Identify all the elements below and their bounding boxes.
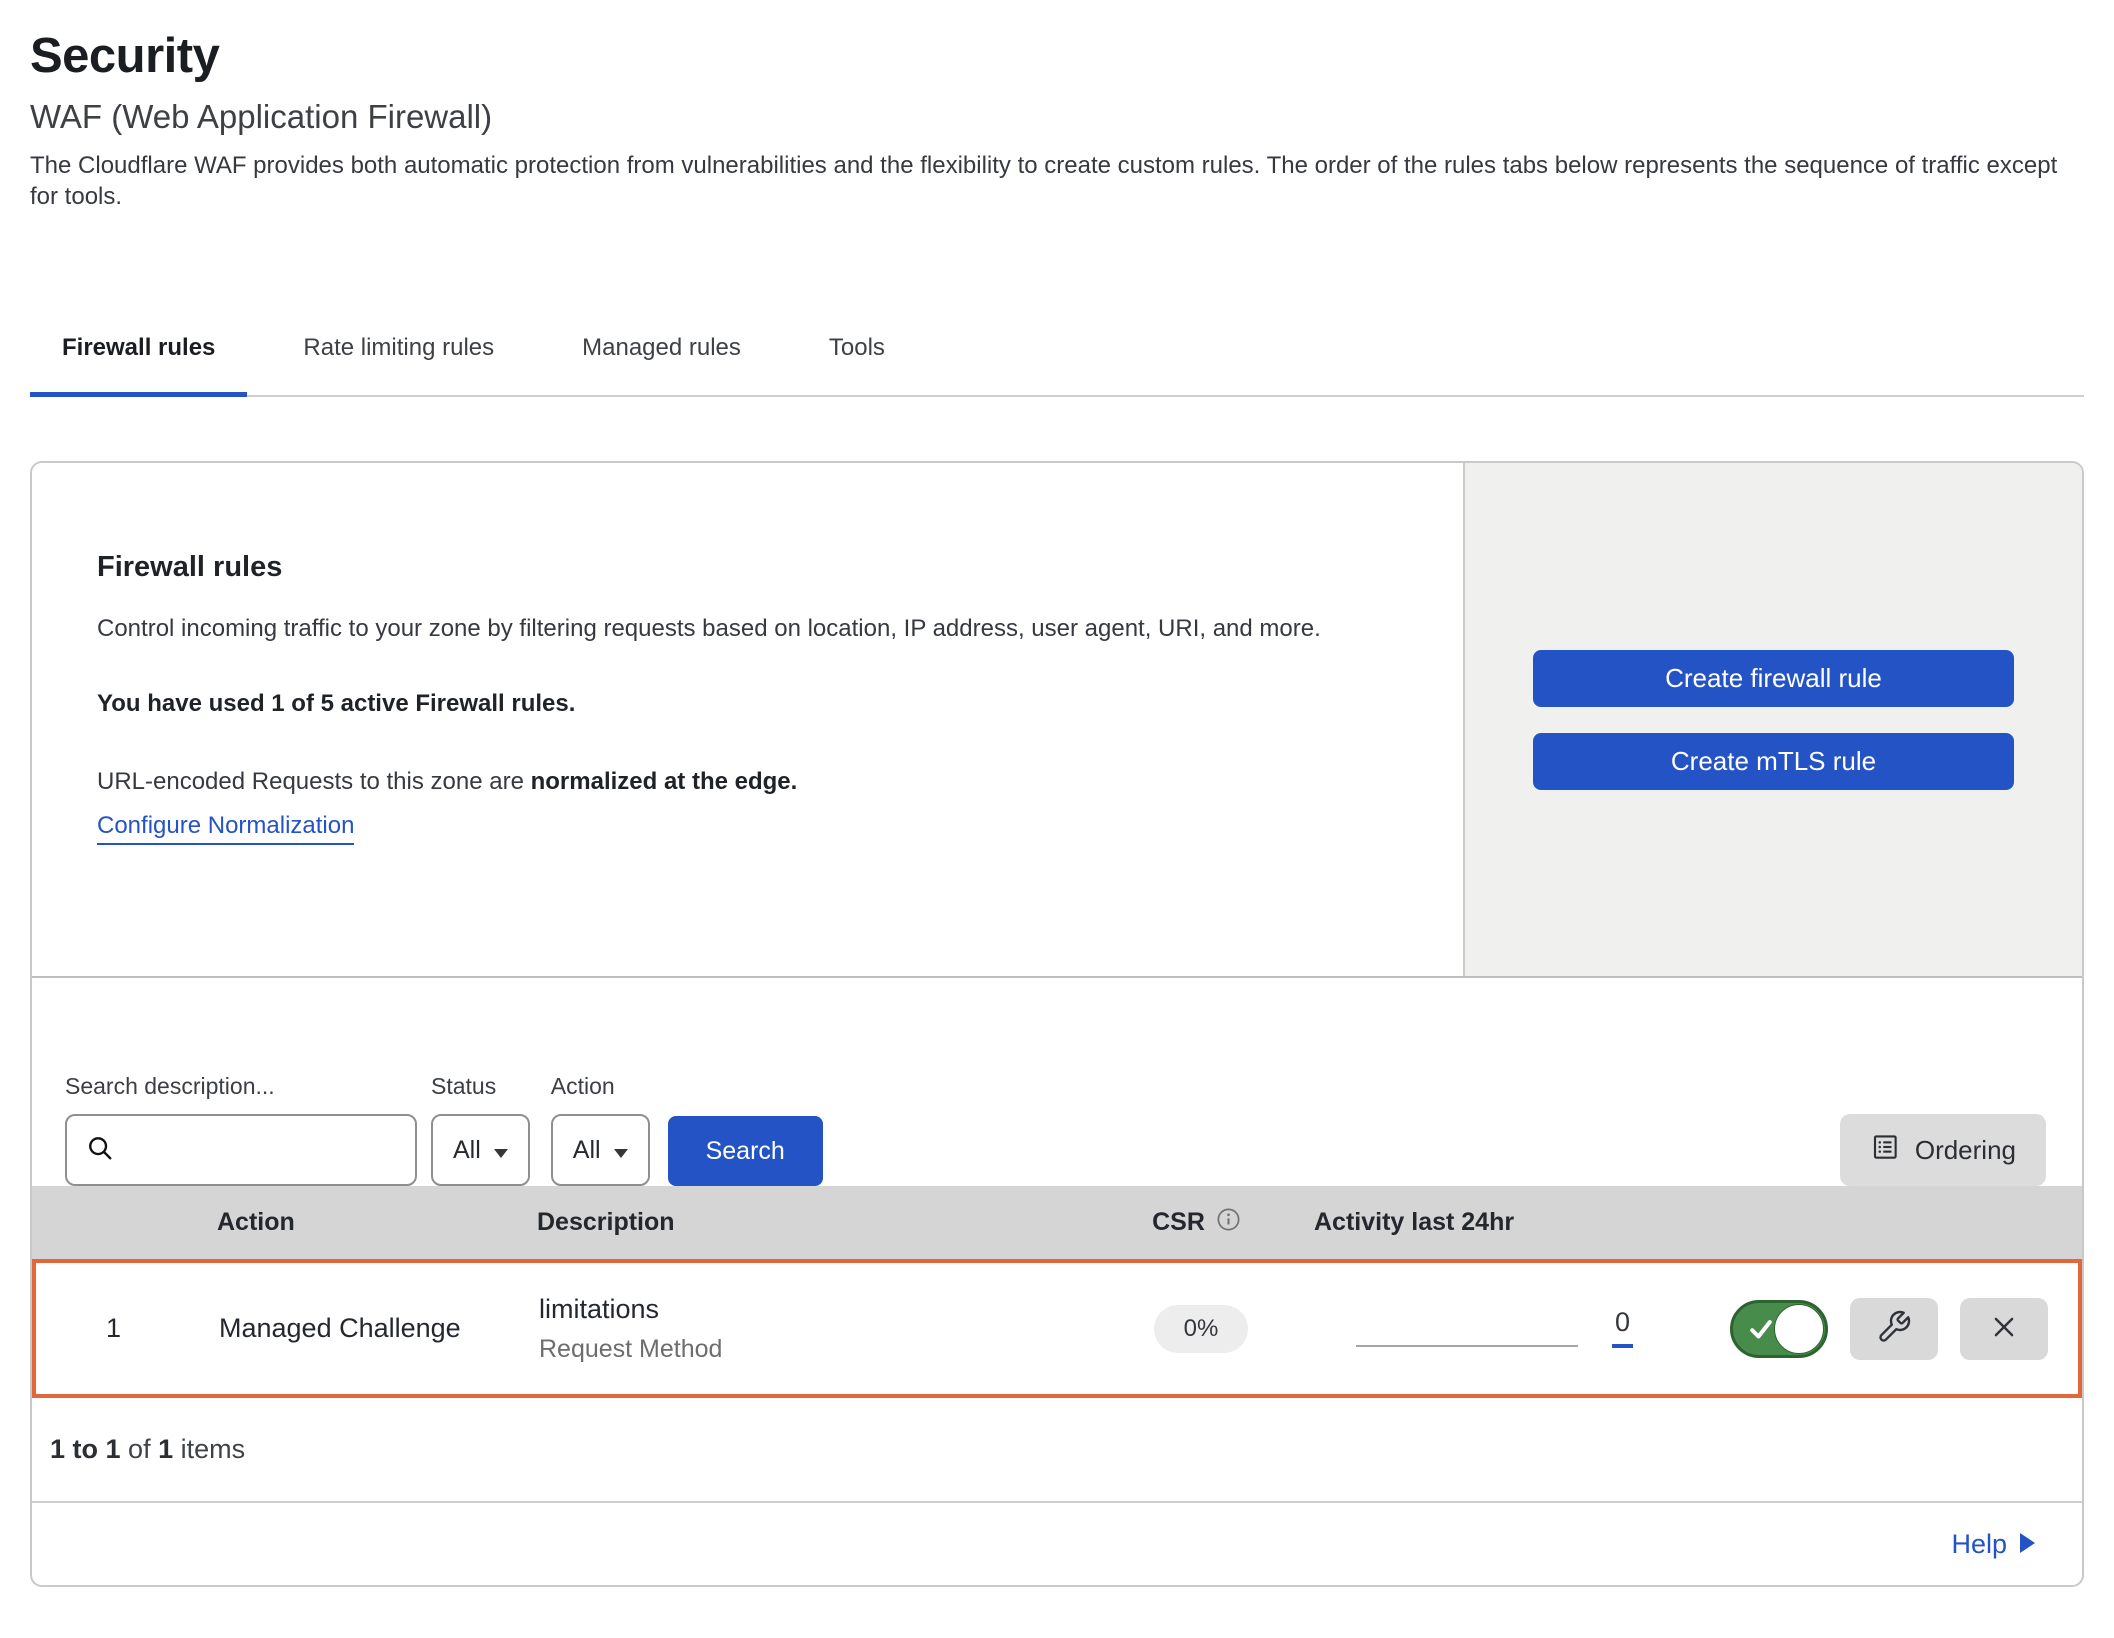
- search-button-group: Search: [668, 1116, 823, 1186]
- close-icon: [1989, 1312, 2019, 1345]
- search-input[interactable]: [125, 1135, 397, 1165]
- security-waf-page: Security WAF (Web Application Firewall) …: [0, 0, 2114, 1587]
- rule-action: Managed Challenge: [191, 1313, 511, 1344]
- items-range: 1 to 1: [50, 1434, 121, 1464]
- chevron-down-icon: [614, 1136, 628, 1165]
- normalization-note: URL-encoded Requests to this zone are no…: [97, 768, 1403, 796]
- header-csr-label: CSR: [1152, 1208, 1205, 1237]
- activity-sparkline: [1356, 1345, 1578, 1347]
- help-link[interactable]: Help: [1951, 1529, 2035, 1560]
- action-dropdown-value: All: [573, 1136, 601, 1165]
- activity-count-link[interactable]: 0: [1612, 1309, 1633, 1348]
- search-group: Search description...: [65, 1073, 417, 1186]
- table-row: 1 Managed Challenge limitations Request …: [32, 1259, 2082, 1398]
- pagination-summary: 1 to 1 of 1 items: [32, 1398, 2082, 1503]
- action-dropdown[interactable]: All: [551, 1114, 650, 1186]
- header-description: Description: [507, 1208, 1092, 1237]
- usage-summary: You have used 1 of 5 active Firewall rul…: [97, 690, 1403, 718]
- rule-description: limitations: [539, 1294, 1096, 1325]
- rule-description-cell: limitations Request Method: [511, 1294, 1096, 1364]
- status-dropdown-value: All: [453, 1136, 481, 1165]
- overview-text-panel: Firewall rules Control incoming traffic …: [32, 463, 1463, 976]
- overview-description: Control incoming traffic to your zone by…: [97, 606, 1403, 652]
- overview-section: Firewall rules Control incoming traffic …: [32, 463, 2082, 978]
- create-mtls-rule-button[interactable]: Create mTLS rule: [1533, 733, 2014, 790]
- configure-normalization-link[interactable]: Configure Normalization: [97, 812, 354, 845]
- status-group: Status All: [431, 1073, 530, 1186]
- rule-enabled-toggle[interactable]: [1730, 1300, 1828, 1358]
- search-button[interactable]: Search: [668, 1116, 823, 1186]
- ordering-list-icon: [1870, 1132, 1900, 1169]
- rule-controls: [1676, 1298, 2078, 1360]
- header-csr: CSR: [1092, 1206, 1302, 1240]
- rule-activity-cell: 0: [1306, 1309, 1676, 1348]
- help-link-label: Help: [1951, 1529, 2007, 1560]
- status-label: Status: [431, 1073, 530, 1100]
- action-label: Action: [551, 1073, 650, 1100]
- tab-tools[interactable]: Tools: [797, 300, 917, 395]
- filter-bar: Search description... Status All Action: [32, 978, 2082, 1186]
- tab-firewall-rules[interactable]: Firewall rules: [30, 300, 247, 395]
- arrow-right-icon: [2020, 1529, 2035, 1560]
- help-row: Help: [32, 1503, 2082, 1585]
- search-field[interactable]: [65, 1114, 417, 1186]
- info-icon[interactable]: [1215, 1206, 1242, 1240]
- page-subtitle: WAF (Web Application Firewall): [30, 98, 2084, 136]
- rules-tabbar: Firewall rules Rate limiting rules Manag…: [30, 300, 2084, 397]
- firewall-rules-card: Firewall rules Control incoming traffic …: [30, 461, 2084, 1587]
- overview-heading: Firewall rules: [97, 551, 1403, 584]
- header-action: Action: [187, 1208, 507, 1237]
- search-icon: [85, 1133, 115, 1168]
- create-firewall-rule-button[interactable]: Create firewall rule: [1533, 650, 2014, 707]
- toggle-knob: [1774, 1304, 1824, 1354]
- wrench-icon: [1876, 1309, 1912, 1348]
- normalization-bold: normalized at the edge.: [531, 768, 798, 795]
- tab-managed-rules[interactable]: Managed rules: [550, 300, 773, 395]
- page-description: The Cloudflare WAF provides both automat…: [30, 150, 2080, 212]
- table-header-row: Action Description CSR Activity last 24h…: [32, 1186, 2082, 1259]
- edit-rule-button[interactable]: [1850, 1298, 1938, 1360]
- action-group: Action All: [551, 1073, 650, 1186]
- ordering-button[interactable]: Ordering: [1840, 1114, 2046, 1186]
- items-total: 1: [158, 1434, 173, 1464]
- chevron-down-icon: [494, 1136, 508, 1165]
- overview-actions-panel: Create firewall rule Create mTLS rule: [1463, 463, 2082, 976]
- page-title: Security: [30, 28, 2084, 84]
- normalization-prefix: URL-encoded Requests to this zone are: [97, 768, 531, 795]
- delete-rule-button[interactable]: [1960, 1298, 2048, 1360]
- search-label: Search description...: [65, 1073, 417, 1100]
- rule-priority: 1: [36, 1313, 191, 1344]
- tab-rate-limiting-rules[interactable]: Rate limiting rules: [271, 300, 526, 395]
- rule-expression: Request Method: [539, 1335, 1096, 1364]
- rule-csr-cell: 0%: [1096, 1305, 1306, 1353]
- items-of: of: [128, 1434, 151, 1464]
- csr-badge: 0%: [1154, 1305, 1249, 1353]
- items-word: items: [181, 1434, 246, 1464]
- ordering-button-label: Ordering: [1915, 1135, 2016, 1166]
- header-activity: Activity last 24hr: [1302, 1208, 1672, 1237]
- check-icon: [1746, 1314, 1776, 1344]
- status-dropdown[interactable]: All: [431, 1114, 530, 1186]
